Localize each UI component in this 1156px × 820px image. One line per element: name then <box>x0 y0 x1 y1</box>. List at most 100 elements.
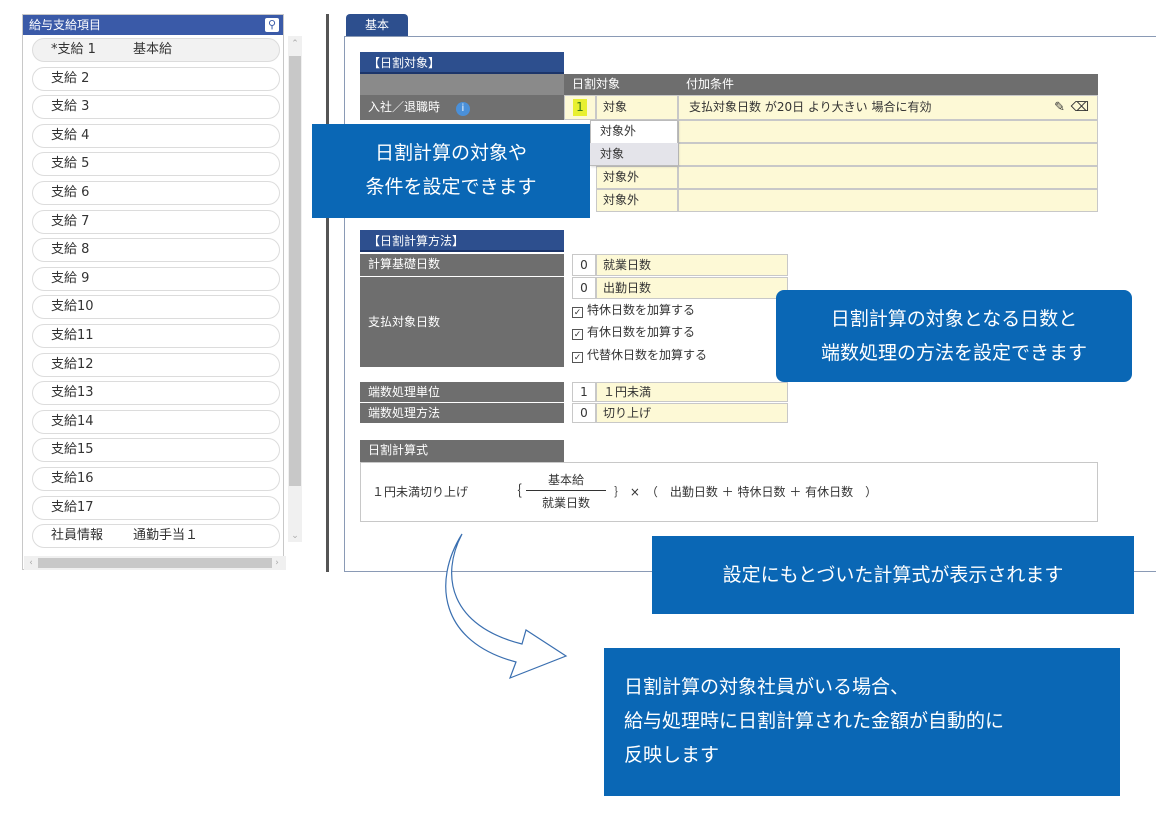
row-join-leave-label: 入社／退職時 i <box>360 95 564 120</box>
list-item-label: 支給15 <box>51 442 94 458</box>
list-item-label: 支給16 <box>51 471 94 486</box>
target-value-row-5[interactable]: 対象外 <box>596 189 678 212</box>
list-item-label: 社員情報 <box>51 528 104 544</box>
panel-divider[interactable] <box>326 14 329 572</box>
add-substitute-leave-checkbox[interactable]: ✓ 代替休日数を加算する <box>572 345 707 365</box>
list-item-label: 支給 9 <box>51 270 90 286</box>
pay-days-value[interactable]: 出勤日数 <box>596 277 788 299</box>
dropdown-option-excluded[interactable]: 対象外 <box>590 120 678 142</box>
proration-target-header: 【日割対象】 <box>360 52 564 74</box>
info-icon[interactable]: i <box>455 102 470 116</box>
list-item[interactable]: 社員情報 通勤手当１ <box>32 524 280 549</box>
list-item-label: 支給 3 <box>51 99 90 115</box>
checkbox-checked-icon[interactable]: ✓ <box>572 352 583 363</box>
condition-row-2[interactable] <box>678 120 1098 143</box>
formula-open-brace: ｛ <box>508 484 522 500</box>
list-item[interactable]: 支給 8 <box>32 238 280 263</box>
list-item-label: 支給 6 <box>51 185 90 200</box>
horizontal-scrollbar-thumb[interactable] <box>38 558 272 568</box>
list-item[interactable]: 支給 6 <box>32 181 280 205</box>
list-item-label: 支給 7 <box>51 213 90 229</box>
list-item-label: 支給12 <box>51 356 94 372</box>
scroll-left-icon[interactable]: ‹ <box>24 557 38 569</box>
rounding-unit-label: 端数処理単位 <box>360 382 564 402</box>
callout-auto-reflect: 日割計算の対象社員がいる場合、 給与処理時に日割計算された金額が自動的に 反映し… <box>604 648 1120 796</box>
target-value[interactable]: 対象 <box>596 95 678 120</box>
list-item[interactable]: 支給17 <box>32 495 280 520</box>
list-item[interactable]: 支給 4 <box>32 123 280 148</box>
curved-arrow-icon <box>445 533 568 680</box>
callout-2-line-2: 端数処理の方法を設定できます <box>820 342 1087 364</box>
list-item[interactable]: 支給16 <box>32 467 280 491</box>
col-target-header: 日割対象 <box>564 74 678 95</box>
callout-4-line-1: 日割計算の対象社員がいる場合、 <box>624 676 910 698</box>
base-days-value[interactable]: 就業日数 <box>596 254 788 276</box>
scroll-up-icon[interactable]: ⌃ <box>288 38 302 50</box>
list-item-label: 支給11 <box>51 328 94 343</box>
rounding-method-value[interactable]: 切り上げ <box>596 403 788 423</box>
formula-header: 日割計算式 <box>360 440 564 462</box>
row-label-spacer <box>360 74 564 95</box>
list-item[interactable]: 支給13 <box>32 381 280 406</box>
add-substitute-leave-label: 代替休日数を加算する <box>587 348 708 362</box>
add-paid-leave-checkbox[interactable]: ✓ 有休日数を加算する <box>572 322 695 342</box>
list-item[interactable]: 支給14 <box>32 409 280 434</box>
base-days-label: 計算基礎日数 <box>360 254 564 276</box>
pay-days-code[interactable]: 0 <box>572 277 596 299</box>
add-special-leave-checkbox[interactable]: ✓ 特休日数を加算する <box>572 300 695 320</box>
target-code-cell[interactable]: 1 <box>564 95 596 120</box>
list-item-label: 支給 2 <box>51 70 90 86</box>
checkbox-checked-icon[interactable]: ✓ <box>572 329 583 340</box>
list-item[interactable]: 支給 2 <box>32 66 280 91</box>
callout-formula-display: 設定にもとづいた計算式が表示されます <box>652 536 1134 614</box>
rounding-unit-value[interactable]: １円未満 <box>596 382 788 402</box>
eraser-icon[interactable]: ⌫ <box>1071 96 1089 119</box>
pencil-icon[interactable]: ✎ <box>1054 96 1065 119</box>
checkbox-checked-icon[interactable]: ✓ <box>572 307 583 318</box>
target-code: 1 <box>573 99 587 116</box>
base-days-code[interactable]: 0 <box>572 254 596 276</box>
target-value-row-4[interactable]: 対象外 <box>596 166 678 189</box>
proration-method-header: 【日割計算方法】 <box>360 230 564 252</box>
list-item-label: 支給17 <box>51 499 94 515</box>
list-item[interactable]: 支給 3 <box>32 95 280 120</box>
formula-numerator: 基本給 <box>526 471 606 491</box>
condition-text: 支払対象日数 が20日 より大きい 場合に有効 <box>689 100 932 114</box>
list-item-label: 支給 8 <box>51 242 90 258</box>
add-special-leave-label: 特休日数を加算する <box>587 303 696 317</box>
scroll-right-icon[interactable]: › <box>270 557 284 569</box>
list-item-label: 支給 5 <box>51 156 90 172</box>
formula-denominator: 就業日数 <box>541 496 590 510</box>
list-item-name: 通勤手当１ <box>133 528 199 544</box>
tab-basic[interactable]: 基本 <box>346 14 408 36</box>
formula-prefix: １円未満切り上げ <box>372 485 469 499</box>
rounding-unit-code[interactable]: 1 <box>572 382 596 402</box>
list-item[interactable]: *支給 1 基本給 <box>32 38 280 62</box>
callout-days-rounding: 日割計算の対象となる日数と 端数処理の方法を設定できます <box>776 290 1132 382</box>
rounding-method-code[interactable]: 0 <box>572 403 596 423</box>
list-item[interactable]: 支給 9 <box>32 266 280 291</box>
list-item[interactable]: 支給 5 <box>32 152 280 177</box>
callout-target-conditions: 日割計算の対象や 条件を設定できます <box>312 124 590 218</box>
condition-row-5[interactable] <box>678 189 1098 212</box>
search-icon[interactable]: ⚲ <box>265 18 279 32</box>
condition-row-4[interactable] <box>678 166 1098 189</box>
list-item-label: 支給10 <box>51 299 94 315</box>
condition-row-3[interactable] <box>678 143 1098 166</box>
list-item[interactable]: 支給10 <box>32 295 280 320</box>
vertical-scrollbar-thumb[interactable] <box>289 56 301 486</box>
list-item[interactable]: 支給12 <box>32 352 280 377</box>
callout-4-line-3: 反映します <box>624 744 720 766</box>
list-item-label: 支給 4 <box>51 127 90 143</box>
list-item[interactable]: 支給15 <box>32 438 280 463</box>
rounding-method-label: 端数処理方法 <box>360 403 564 423</box>
dropdown-option-included[interactable]: 対象 <box>590 143 678 165</box>
scroll-down-icon[interactable]: ⌄ <box>288 530 302 542</box>
row-join-leave-text: 入社／退職時 <box>368 100 441 114</box>
list-item[interactable]: 支給11 <box>32 324 280 348</box>
condition-value[interactable]: 支払対象日数 が20日 より大きい 場合に有効 ✎ ⌫ <box>678 95 1098 120</box>
callout-1-line-1: 日割計算の対象や <box>374 142 527 164</box>
callout-4-line-2: 給与処理時に日割計算された金額が自動的に <box>624 710 1005 732</box>
add-paid-leave-label: 有休日数を加算する <box>587 325 696 339</box>
list-item[interactable]: 支給 7 <box>32 209 280 234</box>
